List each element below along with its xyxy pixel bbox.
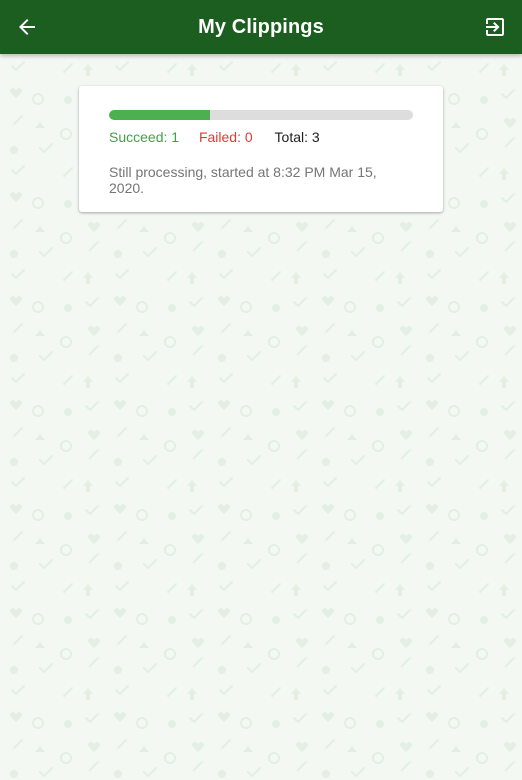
- back-button[interactable]: [0, 0, 54, 54]
- app-bar: My Clippings: [0, 0, 522, 54]
- succeed-count: Succeed: 1: [109, 129, 180, 145]
- progress-bar-fill: [109, 110, 211, 120]
- failed-count: Failed: 0: [198, 129, 253, 145]
- status-message: Still processing, started at 8:32 PM Mar…: [109, 164, 377, 196]
- exit-button[interactable]: [468, 0, 522, 54]
- exit-to-app-icon: [486, 18, 504, 36]
- result-counts: Succeed: 1 Failed: 0 Total: 3: [109, 129, 320, 145]
- progress-bar: [109, 110, 413, 120]
- total-count: Total: 3: [274, 129, 320, 145]
- processing-status-card: Succeed: 1 Failed: 0 Total: 3 Still proc…: [79, 86, 443, 212]
- arrow-back-icon: [19, 19, 35, 35]
- page-title: My Clippings: [198, 15, 324, 38]
